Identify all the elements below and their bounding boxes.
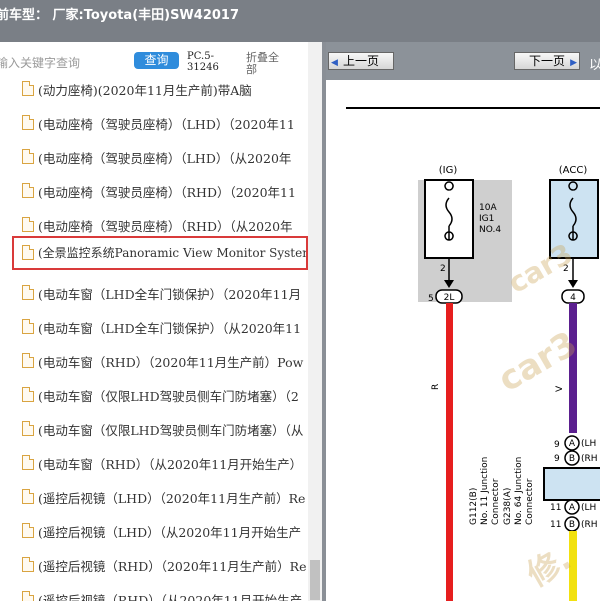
tree-item[interactable]: (遥控后视镜（RHD）（2020年11月生产前）Re <box>0 548 308 582</box>
tree-item-label: (电动座椅（驾驶员座椅）（RHD）（从2020年 <box>38 219 293 234</box>
pin-11a-side: (LH <box>581 503 596 513</box>
document-icon <box>22 557 34 572</box>
connector-2l-label: 2L <box>444 293 455 303</box>
pc-code: PC.5- 31246 <box>187 51 219 73</box>
tree-item-label: (全景监控系统Panoramic View Monitor System <box>38 246 308 260</box>
document-icon <box>22 591 34 601</box>
search-button[interactable]: 查询 <box>134 52 179 69</box>
document-icon <box>22 421 34 436</box>
search-input[interactable] <box>0 54 126 72</box>
tree-item[interactable]: (动力座椅)(2020年11月生产前)带A脑 <box>0 72 308 106</box>
tree-item-label: (遥控后视镜（LHD）（2020年11月生产前）Re <box>38 491 306 506</box>
pin-11b-letter: B <box>569 520 575 530</box>
violet-wire <box>569 303 577 433</box>
fuse-name: IG1 <box>479 214 494 224</box>
tree-item-label: (电动座椅（驾驶员座椅）（RHD）（2020年11 <box>38 185 296 200</box>
tree-item-label: (电动车窗（RHD）（2020年11月生产前）Pow <box>38 355 304 370</box>
left-panel: 查询 PC.5- 31246 折叠全 部 ▲ (动力座椅)(2020年11月生产… <box>0 42 322 601</box>
junction-connector-body <box>543 467 600 501</box>
tree-item-label: (动力座椅)(2020年11月生产前)带A脑 <box>38 83 252 98</box>
next-page-label: 下一页 <box>528 54 565 68</box>
toolbar-glyph: 以 <box>589 58 600 73</box>
document-icon <box>22 489 34 504</box>
tree-item-label: (遥控后视镜（LHD）（从2020年11月开始生产 <box>38 525 302 540</box>
vehicle-title: 前车型： 厂家:Toyota(丰田)SW42017 <box>0 8 240 23</box>
prev-page-label: 上一页 <box>342 54 379 68</box>
acc-label: (ACC) <box>559 165 588 176</box>
pin-top-left: 2 <box>440 264 446 274</box>
acc-arrow <box>568 280 578 288</box>
tree-item-label: (电动座椅（驾驶员座椅）（LHD）（从2020年 <box>38 151 292 166</box>
junction-b-line1: No. 64 Junction <box>514 457 524 525</box>
document-icon <box>22 455 34 470</box>
tree-item-selected[interactable]: (全景监控系统Panoramic View Monitor System <box>12 236 308 270</box>
pin-9a-letter: A <box>569 439 576 449</box>
document-icon <box>22 285 34 300</box>
tree-item-label: (电动车窗（RHD）（从2020年11月开始生产） <box>38 457 303 472</box>
pc-code-line1: PC.5- <box>187 51 214 62</box>
tree-item[interactable]: (电动车窗（LHD全车门锁保护）（2020年11月 <box>0 276 308 310</box>
document-icon <box>22 217 34 232</box>
tree-item-label: (电动车窗（LHD全车门锁保护）（2020年11月 <box>38 287 302 302</box>
pin-9b: 9 <box>554 454 560 464</box>
document-icon <box>22 319 34 334</box>
tree-item[interactable]: (电动车窗（仅限LHD驾驶员侧车门防堵塞）（从 <box>0 412 308 446</box>
junction-b-ids: G238(A) <box>503 488 513 525</box>
tree-item[interactable]: (遥控后视镜（LHD）（2020年11月生产前）Re <box>0 480 308 514</box>
diagram-viewer: ◀ 上一页 下一页 ▶ 以 (IG) (ACC) 10A IG1 NO.4 2 … <box>326 42 600 601</box>
tree-item[interactable]: (电动车窗（仅限LHD驾驶员侧车门防堵塞）（2 <box>0 378 308 412</box>
pin-11b-side: (RH <box>581 520 598 530</box>
left-scrollbar-thumb[interactable] <box>310 560 320 600</box>
tree-item[interactable]: (电动座椅（驾驶员座椅）（LHD）（2020年11 <box>0 106 308 140</box>
arrow-right-icon: ▶ <box>570 58 577 68</box>
pin-9b-side: (RH <box>581 454 598 464</box>
document-icon <box>22 387 34 402</box>
pin-11b: 11 <box>550 520 561 530</box>
junction-a-line1: No. 11 Junction <box>480 457 490 525</box>
viewer-toolbar: ◀ 上一页 下一页 ▶ 以 <box>326 42 600 80</box>
document-icon <box>22 115 34 130</box>
tree-item[interactable]: (遥控后视镜（RHD）（从2020年11月开始生产 <box>0 582 308 601</box>
prev-page-button[interactable]: ◀ 上一页 <box>328 52 394 70</box>
tree-item[interactable]: (电动车窗（LHD全车门锁保护）（从2020年11 <box>0 310 308 344</box>
document-icon <box>22 523 34 538</box>
fuse-amp: 10A <box>479 203 497 213</box>
document-icon <box>22 183 34 198</box>
arrow-left-icon: ◀ <box>331 58 338 68</box>
wire-v-label: V <box>555 385 565 392</box>
pin-11a: 11 <box>550 503 561 513</box>
document-icon <box>22 353 34 368</box>
next-page-button[interactable]: 下一页 ▶ <box>514 52 580 70</box>
tree-item-label: (遥控后视镜（RHD）（2020年11月生产前）Re <box>38 559 307 574</box>
pin-9a: 9 <box>554 440 560 450</box>
tree-item-label: (电动车窗（仅限LHD驾驶员侧车门防堵塞）（2 <box>38 389 299 404</box>
tree-item[interactable]: (电动车窗（RHD）（从2020年11月开始生产） <box>0 446 308 480</box>
pin-5: 5 <box>428 294 434 304</box>
document-icon <box>22 245 34 260</box>
app-header: 前车型： 厂家:Toyota(丰田)SW42017 <box>0 0 600 42</box>
pin-9b-letter: B <box>569 454 575 464</box>
document-icon <box>22 81 34 96</box>
tree-item[interactable]: (电动座椅（驾驶员座椅）（LHD）（从2020年 <box>0 140 308 174</box>
connector-4-label: 4 <box>570 293 576 303</box>
document-icon <box>22 149 34 164</box>
tree-item[interactable]: (电动车窗（RHD）（2020年11月生产前）Pow <box>0 344 308 378</box>
junction-b-line2: Connector <box>525 478 535 525</box>
junction-a-ids: G112(B) <box>469 488 479 525</box>
tree-item[interactable]: (电动座椅（驾驶员座椅）（RHD）（2020年11 <box>0 174 308 208</box>
pin-9a-side: (LH <box>581 439 596 449</box>
fuse-no: NO.4 <box>479 225 501 235</box>
tree-item-label: (电动座椅（驾驶员座椅）（LHD）（2020年11 <box>38 117 295 132</box>
red-wire <box>446 303 453 601</box>
wire-r-label: R <box>431 384 441 390</box>
junction-a-line2: Connector <box>491 478 501 525</box>
tree-item[interactable]: (遥控后视镜（LHD）（从2020年11月开始生产 <box>0 514 308 548</box>
pin-11a-letter: A <box>569 503 576 513</box>
tree-item-label: (电动车窗（LHD全车门锁保护）（从2020年11 <box>38 321 302 336</box>
left-scrollbar[interactable] <box>308 42 322 601</box>
ig-fuse-box <box>424 179 474 259</box>
ig-label: (IG) <box>439 165 458 176</box>
tree-item-label: (遥控后视镜（RHD）（从2020年11月开始生产 <box>38 593 303 601</box>
tree-item-label: (电动车窗（仅限LHD驾驶员侧车门防堵塞）（从 <box>38 423 304 438</box>
